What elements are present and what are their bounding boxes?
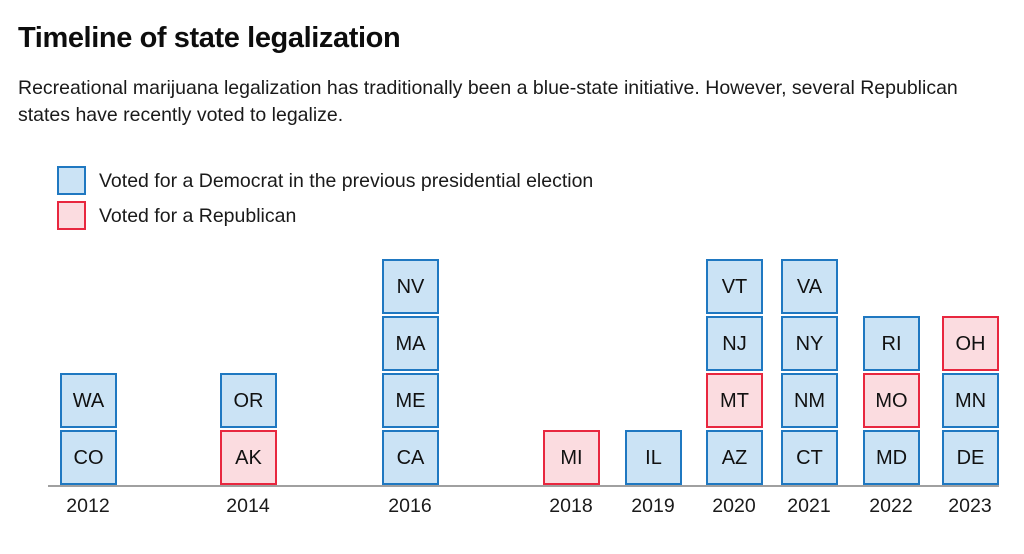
state-box-ma: MA: [382, 316, 439, 371]
x-axis-tick-label-2019: 2019: [631, 495, 675, 517]
x-axis-line: [48, 485, 999, 487]
state-box-ny: NY: [781, 316, 838, 371]
x-axis-tick-label-2018: 2018: [549, 495, 593, 517]
state-box-co: CO: [60, 430, 117, 485]
timeline-plot: CO WA 2012 AK OR 2014 CA ME MA NV 2016 MI 2018 IL 2019…: [0, 0, 1024, 554]
x-axis-tick-label-2012: 2012: [66, 495, 110, 517]
chart-page: Timeline of state legalization Recreatio…: [0, 0, 1024, 554]
x-axis-tick-label-2022: 2022: [869, 495, 913, 517]
state-box-mi: MI: [543, 430, 600, 485]
state-box-me: ME: [382, 373, 439, 428]
state-box-vt: VT: [706, 259, 763, 314]
state-box-mn: MN: [942, 373, 999, 428]
state-box-az: AZ: [706, 430, 763, 485]
state-box-nj: NJ: [706, 316, 763, 371]
state-box-oh: OH: [942, 316, 999, 371]
state-box-ct: CT: [781, 430, 838, 485]
state-box-mo: MO: [863, 373, 920, 428]
x-axis-tick-label-2014: 2014: [226, 495, 270, 517]
x-axis-tick-label-2023: 2023: [948, 495, 992, 517]
state-box-ca: CA: [382, 430, 439, 485]
state-box-nm: NM: [781, 373, 838, 428]
state-box-or: OR: [220, 373, 277, 428]
x-axis-tick-label-2016: 2016: [388, 495, 432, 517]
state-box-nv: NV: [382, 259, 439, 314]
state-box-md: MD: [863, 430, 920, 485]
state-box-wa: WA: [60, 373, 117, 428]
x-axis-tick-label-2021: 2021: [787, 495, 831, 517]
state-box-ak: AK: [220, 430, 277, 485]
state-box-ri: RI: [863, 316, 920, 371]
state-box-va: VA: [781, 259, 838, 314]
state-box-de: DE: [942, 430, 999, 485]
state-box-mt: MT: [706, 373, 763, 428]
state-box-il: IL: [625, 430, 682, 485]
